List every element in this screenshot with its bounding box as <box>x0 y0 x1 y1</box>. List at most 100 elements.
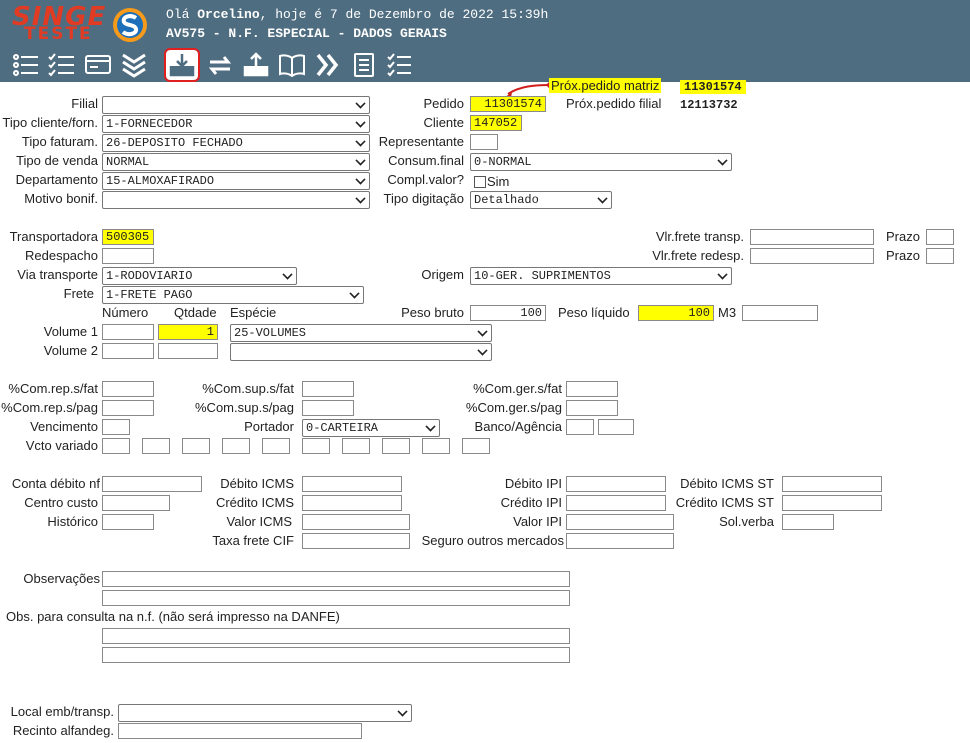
centro-custo-input[interactable] <box>102 495 170 511</box>
vcto-variado-9[interactable] <box>422 438 450 454</box>
debito-icms-st-input[interactable] <box>782 476 882 492</box>
com-rep-fat-label: %Com.rep.s/fat <box>8 381 98 396</box>
credito-icms-input[interactable] <box>302 495 402 511</box>
m3-input[interactable] <box>742 305 818 321</box>
sync-icon[interactable] <box>204 50 236 80</box>
local-emb-label: Local emb/transp. <box>10 704 114 719</box>
peso-liquido-input[interactable]: 100 <box>638 305 714 321</box>
origem-select[interactable]: 10-GER. SUPRIMENTOS <box>470 267 732 285</box>
historico-label: Histórico <box>47 514 98 529</box>
credito-ipi-input[interactable] <box>566 495 666 511</box>
vencimento-input[interactable] <box>102 419 130 435</box>
toolbar <box>0 48 970 82</box>
portador-select[interactable]: 0-CARTEIRA <box>302 419 440 437</box>
vcto-variado-4[interactable] <box>222 438 250 454</box>
prox-filial-value: 12113732 <box>680 98 738 112</box>
motivo-bonif-select[interactable] <box>102 191 370 209</box>
conta-debito-input[interactable] <box>102 476 202 492</box>
obs-consulta-label: Obs. para consulta na n.f. (não será imp… <box>6 609 340 624</box>
com-ger-pag-input[interactable] <box>566 400 618 416</box>
vcto-variado-6[interactable] <box>302 438 330 454</box>
prazo-transp-input[interactable] <box>926 229 954 245</box>
upload-tray-icon[interactable] <box>240 50 272 80</box>
compl-valor-checkbox[interactable] <box>474 176 486 188</box>
com-rep-pag-input[interactable] <box>102 400 154 416</box>
checklist-alt-icon[interactable] <box>384 50 416 80</box>
document-list-icon[interactable] <box>348 50 380 80</box>
observacoes-input-1[interactable] <box>102 571 570 587</box>
chevrons-down-icon[interactable] <box>118 50 150 80</box>
redespacho-input[interactable] <box>102 248 154 264</box>
obs-consulta-input-1[interactable] <box>102 628 570 644</box>
consum-final-select[interactable]: 0-NORMAL <box>470 153 732 171</box>
sol-verba-input[interactable] <box>782 514 834 530</box>
tipo-venda-label: Tipo de venda <box>16 153 98 168</box>
obs-consulta-input-2[interactable] <box>102 647 570 663</box>
pedido-input[interactable]: 11301574 <box>470 96 546 112</box>
vcto-variado-10[interactable] <box>462 438 490 454</box>
chevron-down-icon <box>597 193 608 204</box>
banco-input[interactable] <box>566 419 594 435</box>
credito-icms-st-input[interactable] <box>782 495 882 511</box>
peso-bruto-label: Peso bruto <box>401 305 464 320</box>
volume1-especie-select[interactable]: 25-VOLUMES <box>230 324 492 342</box>
peso-bruto-input[interactable]: 100 <box>470 305 546 321</box>
vcto-variado-1[interactable] <box>102 438 130 454</box>
checklist-icon[interactable] <box>46 50 78 80</box>
cliente-input[interactable]: 147052 <box>470 115 522 131</box>
observacoes-input-2[interactable] <box>102 590 570 606</box>
redespacho-label: Redespacho <box>25 248 98 263</box>
local-emb-select[interactable] <box>118 704 412 722</box>
com-ger-fat-input[interactable] <box>566 381 618 397</box>
download-tray-icon[interactable] <box>164 48 200 82</box>
com-rep-fat-input[interactable] <box>102 381 154 397</box>
representante-input[interactable] <box>470 134 498 150</box>
departamento-select[interactable]: 15-ALMOXAFIRADO <box>102 172 370 190</box>
valor-icms-input[interactable] <box>302 514 410 530</box>
recinto-input[interactable] <box>118 723 362 739</box>
volume1-qtdade-input[interactable]: 1 <box>158 324 218 340</box>
tipo-venda-select[interactable]: NORMAL <box>102 153 370 171</box>
taxa-frete-input[interactable] <box>302 533 410 549</box>
tipo-digitacao-select[interactable]: Detalhado <box>470 191 612 209</box>
card-icon[interactable] <box>82 50 114 80</box>
vcto-variado-3[interactable] <box>182 438 210 454</box>
vcto-variado-8[interactable] <box>382 438 410 454</box>
volume2-especie-select[interactable] <box>230 343 492 361</box>
fast-forward-icon[interactable] <box>312 50 344 80</box>
vlr-frete-transp-input[interactable] <box>750 229 874 245</box>
debito-icms-input[interactable] <box>302 476 402 492</box>
com-sup-fat-label: %Com.sup.s/fat <box>202 381 294 396</box>
via-transporte-label: Via transporte <box>17 267 98 282</box>
historico-input[interactable] <box>102 514 154 530</box>
prazo-redesp-input[interactable] <box>926 248 954 264</box>
vencimento-label: Vencimento <box>30 419 98 434</box>
agencia-input[interactable] <box>598 419 634 435</box>
tipo-faturam-select[interactable]: 26-DEPOSITO FECHADO <box>102 134 370 152</box>
volume2-numero-input[interactable] <box>102 343 154 359</box>
transportadora-input[interactable]: 500305 <box>102 229 154 245</box>
com-sup-fat-input[interactable] <box>302 381 354 397</box>
numero-header: Número <box>102 305 149 320</box>
vcto-variado-5[interactable] <box>262 438 290 454</box>
valor-ipi-input[interactable] <box>566 514 674 530</box>
volume1-numero-input[interactable] <box>102 324 154 340</box>
com-sup-pag-input[interactable] <box>302 400 354 416</box>
book-icon[interactable] <box>276 50 308 80</box>
via-transporte-select[interactable]: 1-RODOVIARIO <box>102 267 297 285</box>
chevron-down-icon <box>349 288 360 299</box>
list-icon[interactable] <box>10 50 42 80</box>
tipo-cliente-select[interactable]: 1-FORNECEDOR <box>102 115 370 133</box>
vcto-variado-2[interactable] <box>142 438 170 454</box>
vcto-variado-7[interactable] <box>342 438 370 454</box>
vlr-frete-redesp-input[interactable] <box>750 248 874 264</box>
filial-select[interactable] <box>102 96 370 114</box>
seguro-input[interactable] <box>566 533 674 549</box>
volume2-qtdade-input[interactable] <box>158 343 218 359</box>
portador-label: Portador <box>244 419 294 434</box>
chevron-down-icon <box>717 155 728 166</box>
credito-ipi-label: Crédito IPI <box>500 495 562 510</box>
frete-select[interactable]: 1-FRETE PAGO <box>102 286 364 304</box>
debito-ipi-input[interactable] <box>566 476 666 492</box>
com-sup-pag-label: %Com.sup.s/pag <box>195 400 294 415</box>
